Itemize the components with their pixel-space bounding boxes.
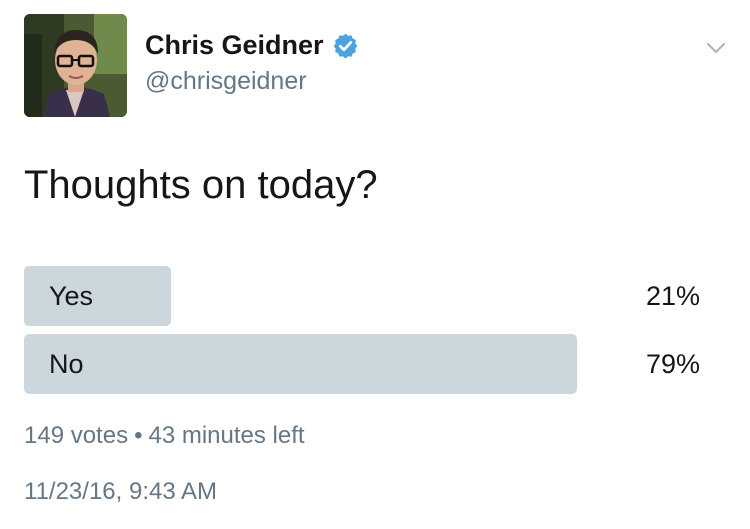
chevron-down-icon[interactable] — [704, 36, 728, 60]
poll-time-left: 43 minutes left — [148, 422, 305, 449]
author-display-name[interactable]: Chris Geidner — [145, 30, 324, 61]
verified-badge-icon — [332, 32, 359, 59]
poll-option-label: Yes — [49, 281, 94, 311]
poll-option-yes: Yes 21% — [24, 266, 714, 326]
poll-vote-count: 149 votes — [24, 422, 129, 449]
tweet-timestamp[interactable]: 11/23/16, 9:43 AM — [24, 478, 217, 506]
poll-option-label: No — [49, 349, 84, 379]
author-name-row[interactable]: Chris Geidner — [145, 30, 359, 61]
poll-option-percent: 79% — [645, 349, 700, 379]
tweet-text: Thoughts on today? — [24, 163, 378, 207]
separator-dot: • — [134, 422, 143, 449]
avatar-photo — [24, 14, 127, 117]
poll-option-percent: 21% — [645, 281, 700, 311]
author-handle[interactable]: @chrisgeidner — [145, 67, 307, 96]
poll-bar — [24, 266, 171, 326]
poll-meta: 149 votes • 43 minutes left — [24, 422, 305, 450]
avatar[interactable] — [24, 14, 127, 117]
poll-bar — [24, 334, 577, 394]
poll-option-no: No 79% — [24, 334, 714, 394]
